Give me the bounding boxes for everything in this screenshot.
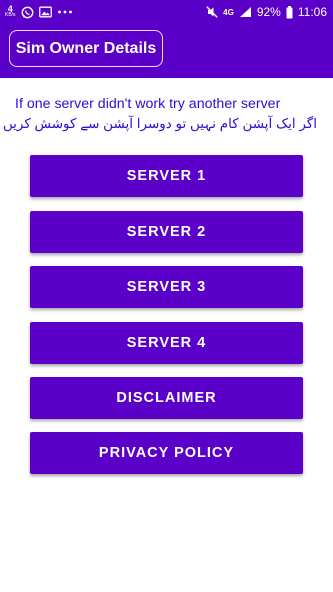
- server-2-button[interactable]: SERVER 2: [30, 211, 303, 253]
- info-text-urdu: اگر ایک آپشن کام نہیں تو دوسرا آپشن سے ک…: [2, 116, 317, 131]
- battery-percent: 92%: [256, 5, 281, 19]
- status-bar-right: 4G 92% 11:06: [206, 5, 327, 19]
- image-icon: [38, 6, 52, 18]
- signal-icon: [239, 7, 251, 17]
- server-4-button[interactable]: SERVER 4: [30, 322, 303, 364]
- status-bar: 4 KB/s 4G 92% 11:06: [0, 0, 333, 24]
- network-speed-unit: KB/s: [5, 12, 16, 18]
- mute-icon: [206, 6, 218, 18]
- more-icon: [57, 10, 72, 14]
- server-3-button[interactable]: SERVER 3: [30, 266, 303, 308]
- app-title: Sim Owner Details: [9, 30, 163, 67]
- server-1-button[interactable]: SERVER 1: [30, 155, 303, 197]
- app-bar: Sim Owner Details: [0, 24, 333, 78]
- network-speed-indicator: 4 KB/s: [5, 5, 16, 19]
- info-text-english: If one server didn't work try another se…: [15, 96, 281, 112]
- disclaimer-button[interactable]: DISCLAIMER: [30, 377, 303, 419]
- privacy-policy-button[interactable]: PRIVACY POLICY: [30, 432, 303, 474]
- battery-icon: [286, 5, 293, 18]
- whatsapp-icon: [21, 6, 33, 18]
- status-bar-left: 4 KB/s: [5, 5, 73, 19]
- network-type-label: 4G: [223, 7, 234, 17]
- clock: 11:06: [297, 5, 327, 19]
